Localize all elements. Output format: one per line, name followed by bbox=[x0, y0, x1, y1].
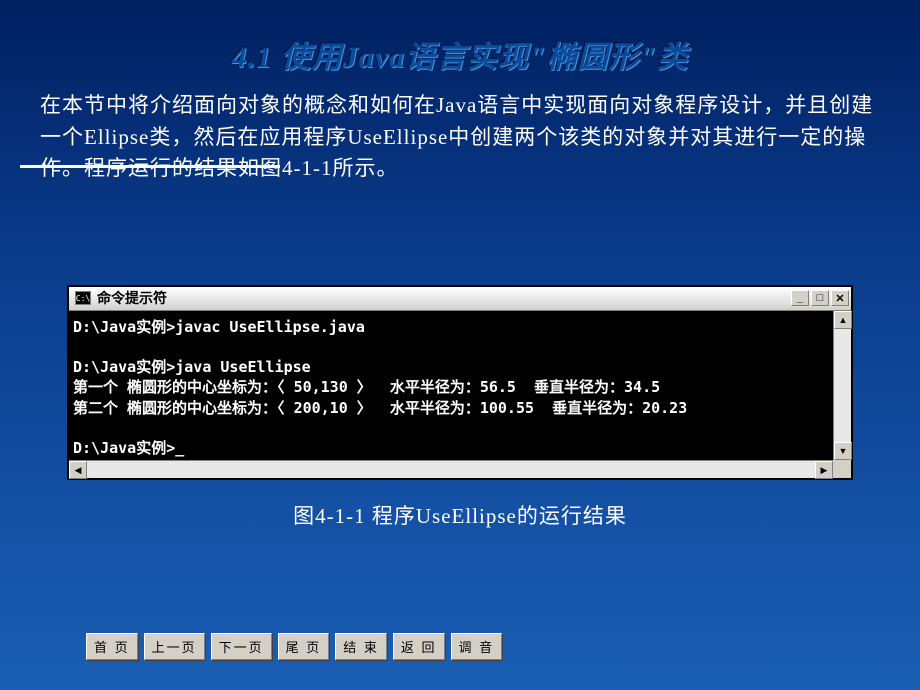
command-prompt-window: C:\ 命令提示符 _ □ ✕ D:\Java实例>javac UseEllip… bbox=[67, 285, 853, 481]
window-title: 命令提示符 bbox=[91, 288, 791, 308]
window-titlebar: C:\ 命令提示符 _ □ ✕ bbox=[69, 287, 851, 311]
scroll-up-icon[interactable]: ▲ bbox=[834, 311, 852, 329]
console-body-wrap: D:\Java实例>javac UseEllipse.java D:\Java实… bbox=[69, 311, 851, 479]
last-button[interactable]: 尾 页 bbox=[278, 633, 330, 660]
console-line: D:\Java实例>_ bbox=[73, 439, 184, 457]
scroll-right-icon[interactable]: ▶ bbox=[815, 461, 833, 479]
intro-paragraph: 在本节中将介绍面向对象的概念和如何在Java语言中实现面向对象程序设计，并且创建… bbox=[0, 76, 920, 185]
scroll-track[interactable] bbox=[87, 461, 815, 478]
prev-button[interactable]: 上一页 bbox=[144, 633, 205, 660]
back-button[interactable]: 返 回 bbox=[393, 633, 445, 660]
close-button[interactable]: ✕ bbox=[831, 290, 849, 306]
vertical-scrollbar[interactable]: ▲ ▼ bbox=[833, 311, 851, 461]
horizontal-scrollbar[interactable]: ◀ ▶ bbox=[69, 460, 833, 478]
home-button[interactable]: 首 页 bbox=[86, 633, 138, 660]
console-output: D:\Java实例>javac UseEllipse.java D:\Java实… bbox=[69, 311, 833, 461]
sound-button[interactable]: 调 音 bbox=[451, 633, 503, 660]
console-line: 第一个 椭圆形的中心坐标为：〈 50,130 〉 水平半径为：56.5 垂直半径… bbox=[73, 378, 660, 396]
figure-caption: 图4-1-1 程序UseEllipse的运行结果 bbox=[0, 500, 920, 530]
end-button[interactable]: 结 束 bbox=[335, 633, 387, 660]
scroll-down-icon[interactable]: ▼ bbox=[834, 442, 852, 460]
console-line: 第二个 椭圆形的中心坐标为：〈 200,10 〉 水平半径为：100.55 垂直… bbox=[73, 399, 687, 417]
nav-bar: 首 页 上一页 下一页 尾 页 结 束 返 回 调 音 bbox=[86, 633, 502, 660]
maximize-button[interactable]: □ bbox=[811, 290, 829, 306]
console-line: D:\Java实例>java UseEllipse bbox=[73, 358, 311, 376]
scroll-track[interactable] bbox=[834, 329, 851, 443]
minimize-button[interactable]: _ bbox=[791, 290, 809, 306]
page-title: 4.1 使用Java语言实现"椭圆形"类 bbox=[0, 0, 920, 76]
next-button[interactable]: 下一页 bbox=[211, 633, 272, 660]
window-controls: _ □ ✕ bbox=[791, 290, 849, 306]
console-icon: C:\ bbox=[75, 291, 91, 305]
scroll-corner bbox=[833, 460, 851, 478]
console-line: D:\Java实例>javac UseEllipse.java bbox=[73, 318, 365, 336]
underline-decoration bbox=[20, 165, 280, 168]
scroll-left-icon[interactable]: ◀ bbox=[69, 461, 87, 479]
